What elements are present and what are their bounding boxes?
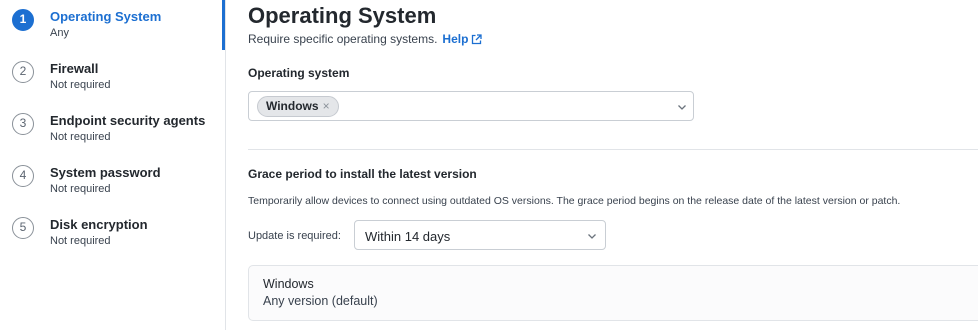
step-disk-encryption[interactable]: 5 Disk encryption Not required xyxy=(12,217,222,257)
step-navigation: 1 Operating System Any 2 Firewall Not re… xyxy=(0,0,226,330)
os-version-card: Windows Any version (default) xyxy=(248,265,978,321)
step-subtitle: Not required xyxy=(50,235,111,247)
chip-label: Windows xyxy=(266,99,319,113)
step-subtitle: Not required xyxy=(50,131,111,143)
chevron-down-icon xyxy=(588,234,596,239)
step-number: 4 xyxy=(12,165,34,187)
step-title: Disk encryption xyxy=(50,217,148,232)
os-card-name: Windows xyxy=(263,277,314,291)
step-number: 3 xyxy=(12,113,34,135)
grace-period-description: Temporarily allow devices to connect usi… xyxy=(248,195,901,207)
grace-period-select[interactable]: Within 14 days xyxy=(354,220,606,250)
step-title: System password xyxy=(50,165,161,180)
step-title: Firewall xyxy=(50,61,99,76)
chip-remove-icon[interactable]: × xyxy=(323,99,330,113)
grace-period-value: Within 14 days xyxy=(365,229,451,244)
step-subtitle: Not required xyxy=(50,183,111,195)
step-title: Endpoint security agents xyxy=(50,113,206,128)
page-title: Operating System xyxy=(248,3,437,28)
section-divider xyxy=(248,149,978,150)
step-subtitle: Not required xyxy=(50,79,111,91)
update-required-label: Update is required: xyxy=(248,230,341,242)
chevron-down-icon xyxy=(678,105,686,110)
step-endpoint-security-agents[interactable]: 3 Endpoint security agents Not required xyxy=(12,113,222,153)
os-chip-windows: Windows × xyxy=(257,96,339,117)
main-content: Operating System Require specific operat… xyxy=(248,0,978,330)
help-label: Help xyxy=(442,32,469,46)
os-field-label: Operating system xyxy=(248,66,350,80)
step-number: 1 xyxy=(12,9,34,31)
step-number: 5 xyxy=(12,217,34,239)
os-multi-select[interactable]: Windows × xyxy=(248,91,694,121)
grace-period-title: Grace period to install the latest versi… xyxy=(248,167,477,181)
os-card-version: Any version (default) xyxy=(263,294,378,308)
step-title: Operating System xyxy=(50,9,162,24)
help-link[interactable]: Help xyxy=(442,32,483,48)
step-system-password[interactable]: 4 System password Not required xyxy=(12,165,222,205)
sidebar-divider xyxy=(225,0,226,330)
step-subtitle: Any xyxy=(50,27,69,39)
step-number: 2 xyxy=(12,61,34,83)
external-link-icon xyxy=(471,34,483,48)
page-description: Require specific operating systems. Help xyxy=(248,32,483,48)
step-firewall[interactable]: 2 Firewall Not required xyxy=(12,61,222,101)
description-text: Require specific operating systems. xyxy=(248,32,438,46)
step-operating-system[interactable]: 1 Operating System Any xyxy=(12,9,222,49)
